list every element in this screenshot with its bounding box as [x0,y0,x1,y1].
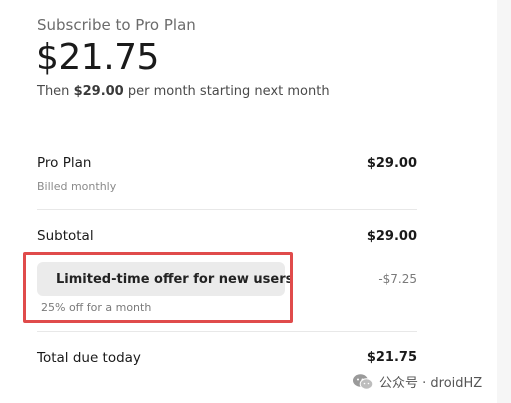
renewal-prefix: Then [37,84,74,99]
renewal-suffix: per month starting next month [123,84,330,99]
renewal-note: Then $29.00 per month starting next mont… [37,84,330,99]
page-title: Subscribe to Pro Plan [37,16,196,34]
due-today-price: $21.75 [36,37,159,78]
promo-highlight-box [23,252,293,323]
billing-period: Billed monthly [37,180,117,193]
renewal-amount: $29.00 [73,84,124,99]
total-amount: $21.75 [366,350,417,365]
discount-amount: -$7.25 [378,272,417,286]
right-panel-edge [497,0,511,403]
total-label: Total due today [37,350,141,366]
subtotal-label: Subtotal [37,228,94,244]
plan-name: Pro Plan [37,155,92,171]
watermark-text: 公众号 · droidHZ [379,376,483,391]
divider [37,209,417,210]
subtotal-amount: $29.00 [366,229,417,244]
divider [37,331,417,332]
wechat-icon [353,373,374,390]
watermark: 公众号 · droidHZ [352,372,482,391]
plan-price: $29.00 [366,156,417,171]
